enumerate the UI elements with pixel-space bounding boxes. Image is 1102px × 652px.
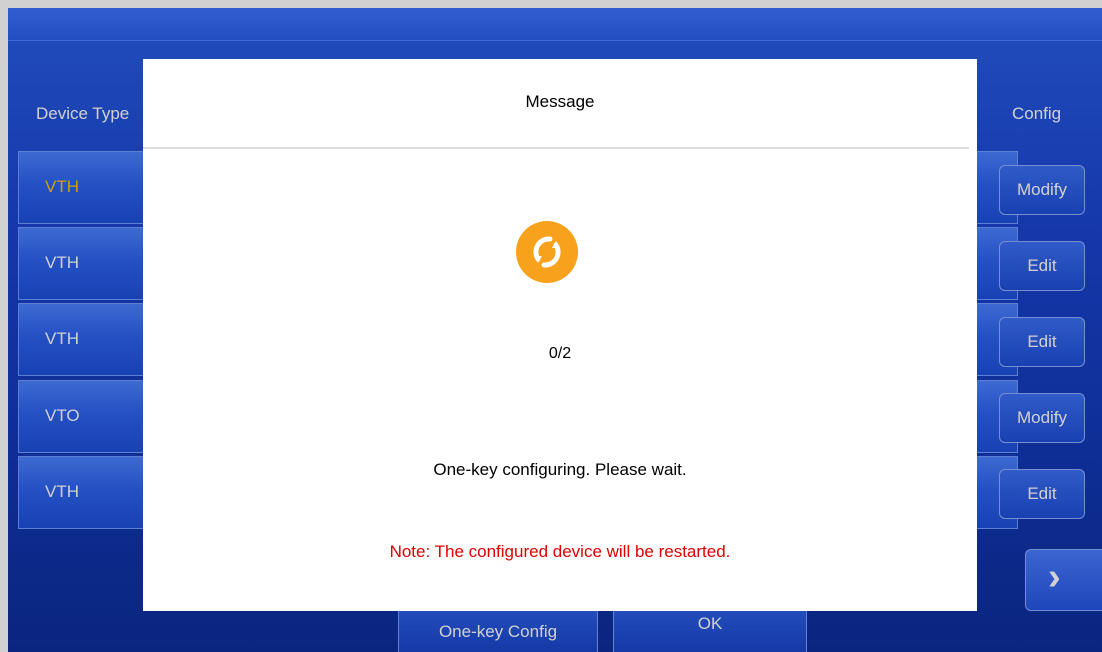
status-message: One-key configuring. Please wait. — [433, 460, 687, 479]
refresh-icon — [516, 221, 578, 283]
dialog-divider — [143, 147, 969, 149]
progress-count: 0/2 — [548, 345, 572, 362]
dialog-title: Message — [525, 92, 595, 111]
message-dialog: Message 0/2 One-key configuring. Please … — [143, 59, 977, 611]
restart-note: Note: The configured device will be rest… — [389, 542, 731, 561]
